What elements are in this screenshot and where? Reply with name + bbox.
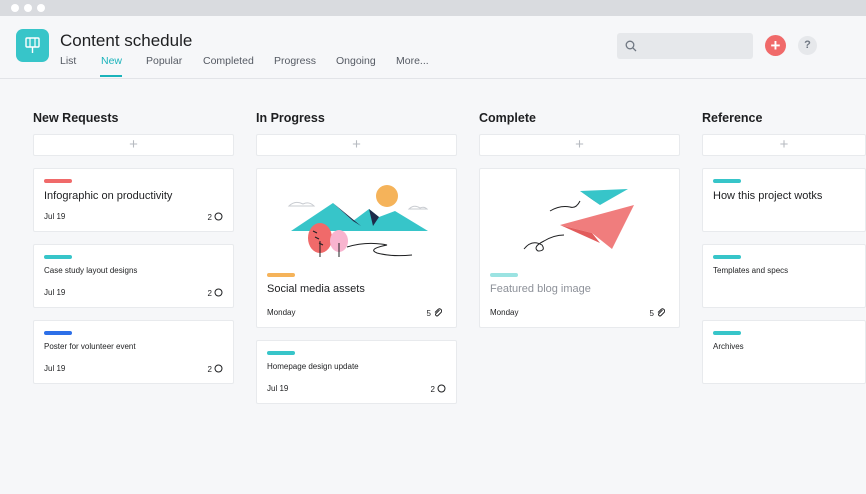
card-date: Jul 19: [44, 364, 66, 373]
card-date: Jul 19: [44, 212, 66, 221]
comment-count: 2: [431, 384, 446, 394]
plus-icon: +: [770, 36, 781, 55]
tab-list[interactable]: List: [60, 55, 76, 67]
tab-completed[interactable]: Completed: [203, 55, 254, 67]
card-title: Infographic on productivity: [44, 190, 173, 202]
card-date: Monday: [490, 308, 519, 317]
tab-progress[interactable]: Progress: [274, 55, 316, 67]
task-card[interactable]: Infographic on productivity Jul 19 2: [33, 168, 234, 232]
tag-bar: [490, 273, 518, 277]
mountain-illustration: [287, 185, 429, 257]
add-task-button[interactable]: +: [479, 134, 680, 156]
add-task-button[interactable]: +: [256, 134, 457, 156]
comment-icon: [214, 288, 223, 297]
window-maximize-dot[interactable]: [37, 4, 45, 12]
board-icon[interactable]: [16, 29, 49, 62]
window-close-dot[interactable]: [11, 4, 19, 12]
card-title: Templates and specs: [713, 266, 789, 275]
add-button[interactable]: +: [765, 35, 786, 56]
card-title: Archives: [713, 342, 744, 351]
tag-bar: [267, 351, 295, 355]
tag-bar: [44, 255, 72, 259]
tab-ongoing[interactable]: Ongoing: [336, 55, 376, 67]
attachment-count: 5: [427, 308, 443, 318]
comment-icon: [214, 212, 223, 221]
card-date: Monday: [267, 308, 296, 317]
attachment-count: 5: [650, 308, 666, 318]
task-card[interactable]: Homepage design update Jul 19 2: [256, 340, 457, 404]
task-card[interactable]: Templates and specs: [702, 244, 866, 308]
window-titlebar: [0, 0, 866, 16]
task-card[interactable]: Social media assets Monday 5: [256, 168, 457, 328]
tab-more[interactable]: More...: [396, 55, 429, 67]
task-card[interactable]: Case study layout designs Jul 19 2: [33, 244, 234, 308]
attachment-icon: [434, 308, 443, 317]
search-icon: [625, 40, 637, 52]
card-title: Homepage design update: [267, 362, 359, 371]
tag-bar: [44, 179, 72, 183]
add-task-button[interactable]: +: [702, 134, 866, 156]
tag-bar: [267, 273, 295, 277]
project-title: Content schedule: [60, 31, 193, 50]
card-title: Poster for volunteer event: [44, 342, 136, 351]
project-header: Content schedule List New Popular Comple…: [0, 16, 866, 79]
column-title-reference: Reference: [702, 111, 763, 125]
card-date: Jul 19: [44, 288, 66, 297]
search-input[interactable]: [617, 33, 753, 59]
task-card[interactable]: Featured blog image Monday 5: [479, 168, 680, 328]
comment-count: 2: [208, 212, 223, 222]
card-title: How this project wotks: [713, 190, 823, 202]
tag-bar: [44, 331, 72, 335]
comment-count: 2: [208, 364, 223, 374]
column-title-complete: Complete: [479, 111, 536, 125]
tab-popular[interactable]: Popular: [146, 55, 182, 67]
task-card[interactable]: Poster for volunteer event Jul 19 2: [33, 320, 234, 384]
comment-icon: [437, 384, 446, 393]
comment-icon: [214, 364, 223, 373]
tag-bar: [713, 255, 741, 259]
paper-plane-illustration: [523, 189, 634, 252]
help-button[interactable]: ?: [798, 36, 817, 55]
add-task-button[interactable]: +: [33, 134, 234, 156]
card-title: Case study layout designs: [44, 266, 138, 275]
tag-bar: [713, 331, 741, 335]
comment-count: 2: [208, 288, 223, 298]
column-title-in-progress: In Progress: [256, 111, 325, 125]
tag-bar: [713, 179, 741, 183]
task-card[interactable]: Archives: [702, 320, 866, 384]
attachment-icon: [657, 308, 666, 317]
tab-new[interactable]: New: [101, 55, 122, 67]
card-date: Jul 19: [267, 384, 289, 393]
task-card[interactable]: How this project wotks: [702, 168, 866, 232]
card-title: Social media assets: [267, 283, 365, 295]
window-minimize-dot[interactable]: [24, 4, 32, 12]
column-title-new-requests: New Requests: [33, 111, 119, 125]
active-tab-indicator: [100, 75, 122, 77]
card-title: Featured blog image: [490, 283, 591, 295]
